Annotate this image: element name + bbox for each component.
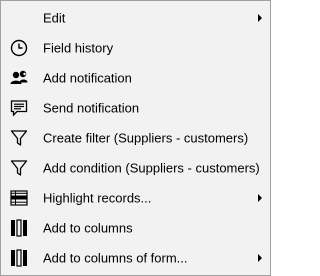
columns-icon: [8, 247, 30, 269]
menu-item-label: Add to columns of form...: [43, 250, 188, 266]
menu-item-label: Add to columns: [43, 220, 133, 236]
submenu-arrow-icon: [258, 254, 262, 262]
menu-item-send-notification[interactable]: Send notification: [1, 93, 270, 123]
columns-icon: [8, 217, 30, 239]
menu-item-edit[interactable]: Edit: [1, 3, 270, 33]
menu-item-add-notification[interactable]: Add notification: [1, 63, 270, 93]
menu-item-highlight-records[interactable]: Highlight records...: [1, 183, 270, 213]
menu-item-label: Edit: [43, 10, 66, 26]
menu-item-label: Add notification: [43, 70, 132, 86]
menu-item-label: Add condition (Suppliers - customers): [43, 160, 260, 176]
menu-item-add-to-columns-of-form[interactable]: Add to columns of form...: [1, 243, 270, 273]
menu-item-label: Highlight records...: [43, 190, 152, 206]
users-notification-icon: [8, 67, 30, 89]
menu-item-field-history[interactable]: Field history: [1, 33, 270, 63]
menu-item-create-filter[interactable]: Create filter (Suppliers - customers): [1, 123, 270, 153]
menu-item-label: Send notification: [43, 100, 140, 116]
context-menu: Edit Field history Add notification Send…: [0, 0, 271, 276]
filter-icon: [8, 157, 30, 179]
menu-item-add-to-columns[interactable]: Add to columns: [1, 213, 270, 243]
submenu-arrow-icon: [258, 194, 262, 202]
menu-item-label: Create filter (Suppliers - customers): [43, 130, 249, 146]
clock-icon: [8, 37, 30, 59]
filter-icon: [8, 127, 30, 149]
submenu-arrow-icon: [258, 14, 262, 22]
menu-item-add-condition[interactable]: Add condition (Suppliers - customers): [1, 153, 270, 183]
table-highlight-icon: [8, 187, 30, 209]
menu-item-label: Field history: [43, 40, 114, 56]
chat-message-icon: [8, 97, 30, 119]
